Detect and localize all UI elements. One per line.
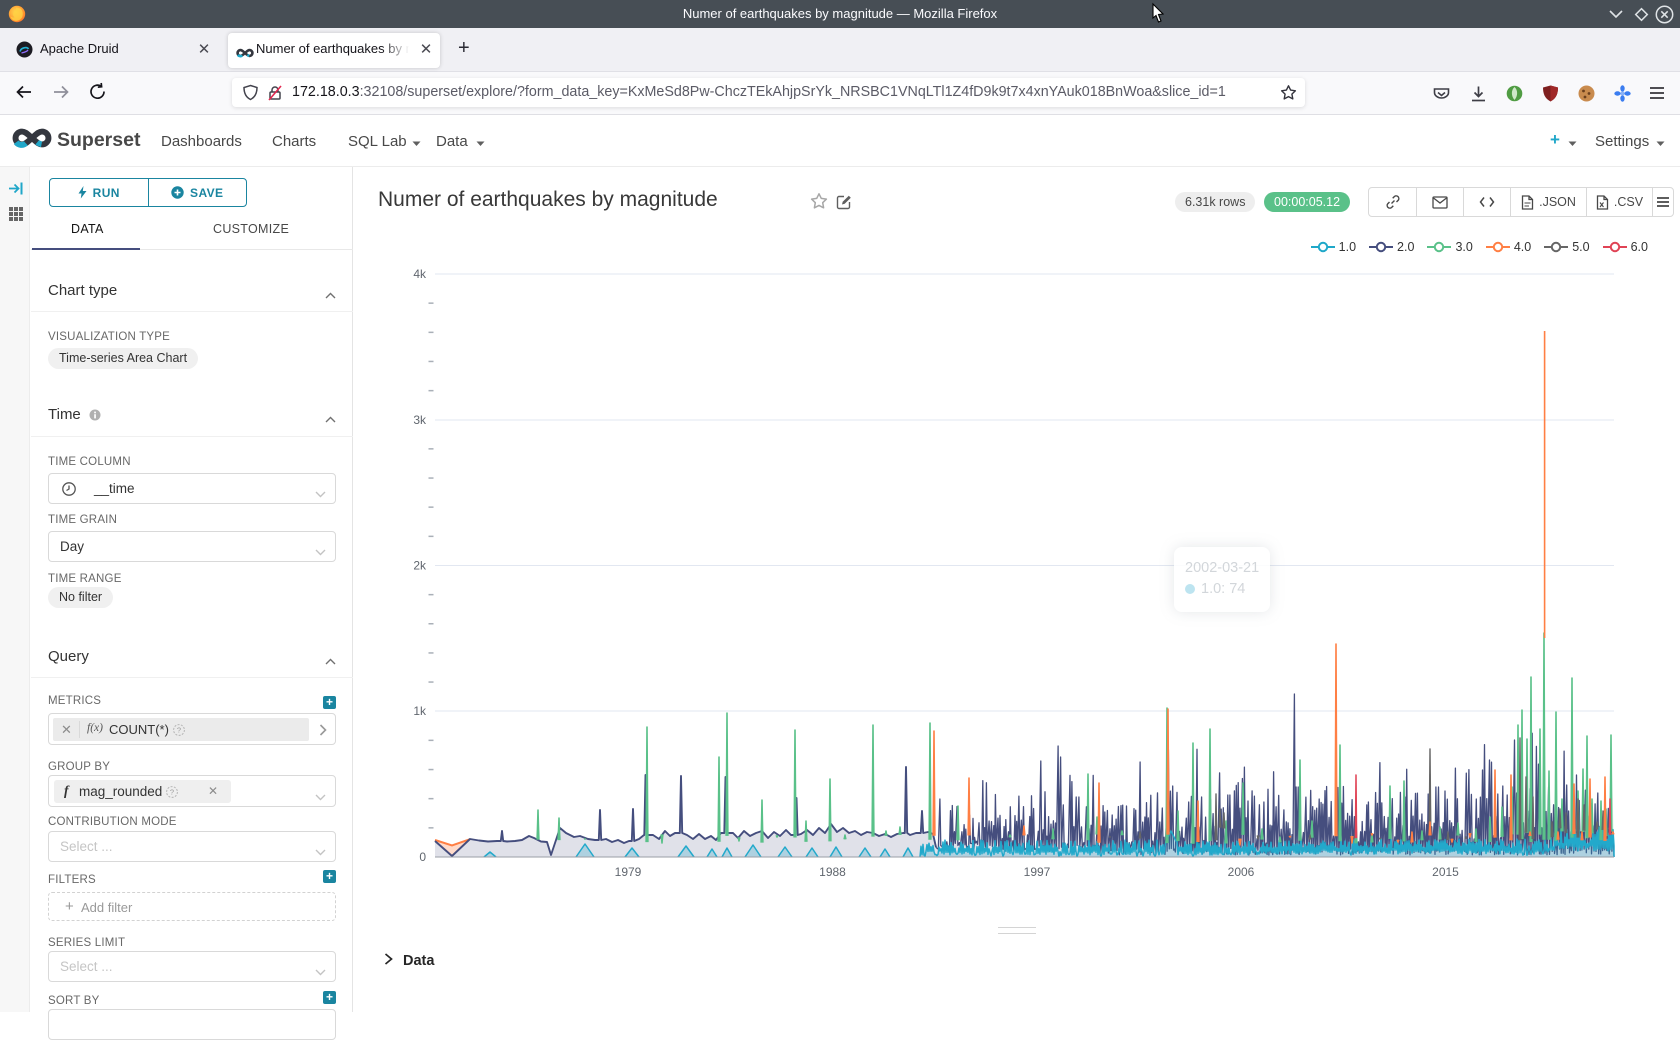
svg-text:1988: 1988	[819, 865, 846, 879]
svg-text:1997: 1997	[1024, 865, 1051, 879]
svg-text:1979: 1979	[615, 865, 642, 879]
svg-text:4k: 4k	[413, 267, 427, 281]
svg-text:2k: 2k	[413, 559, 427, 573]
svg-text:2015: 2015	[1432, 865, 1459, 879]
svg-text:3k: 3k	[413, 413, 427, 427]
svg-text:1k: 1k	[413, 704, 427, 718]
svg-text:2006: 2006	[1228, 865, 1255, 879]
svg-text:0: 0	[419, 850, 426, 864]
svg-text:?: ?	[170, 788, 174, 797]
svg-text:?: ?	[176, 725, 180, 734]
